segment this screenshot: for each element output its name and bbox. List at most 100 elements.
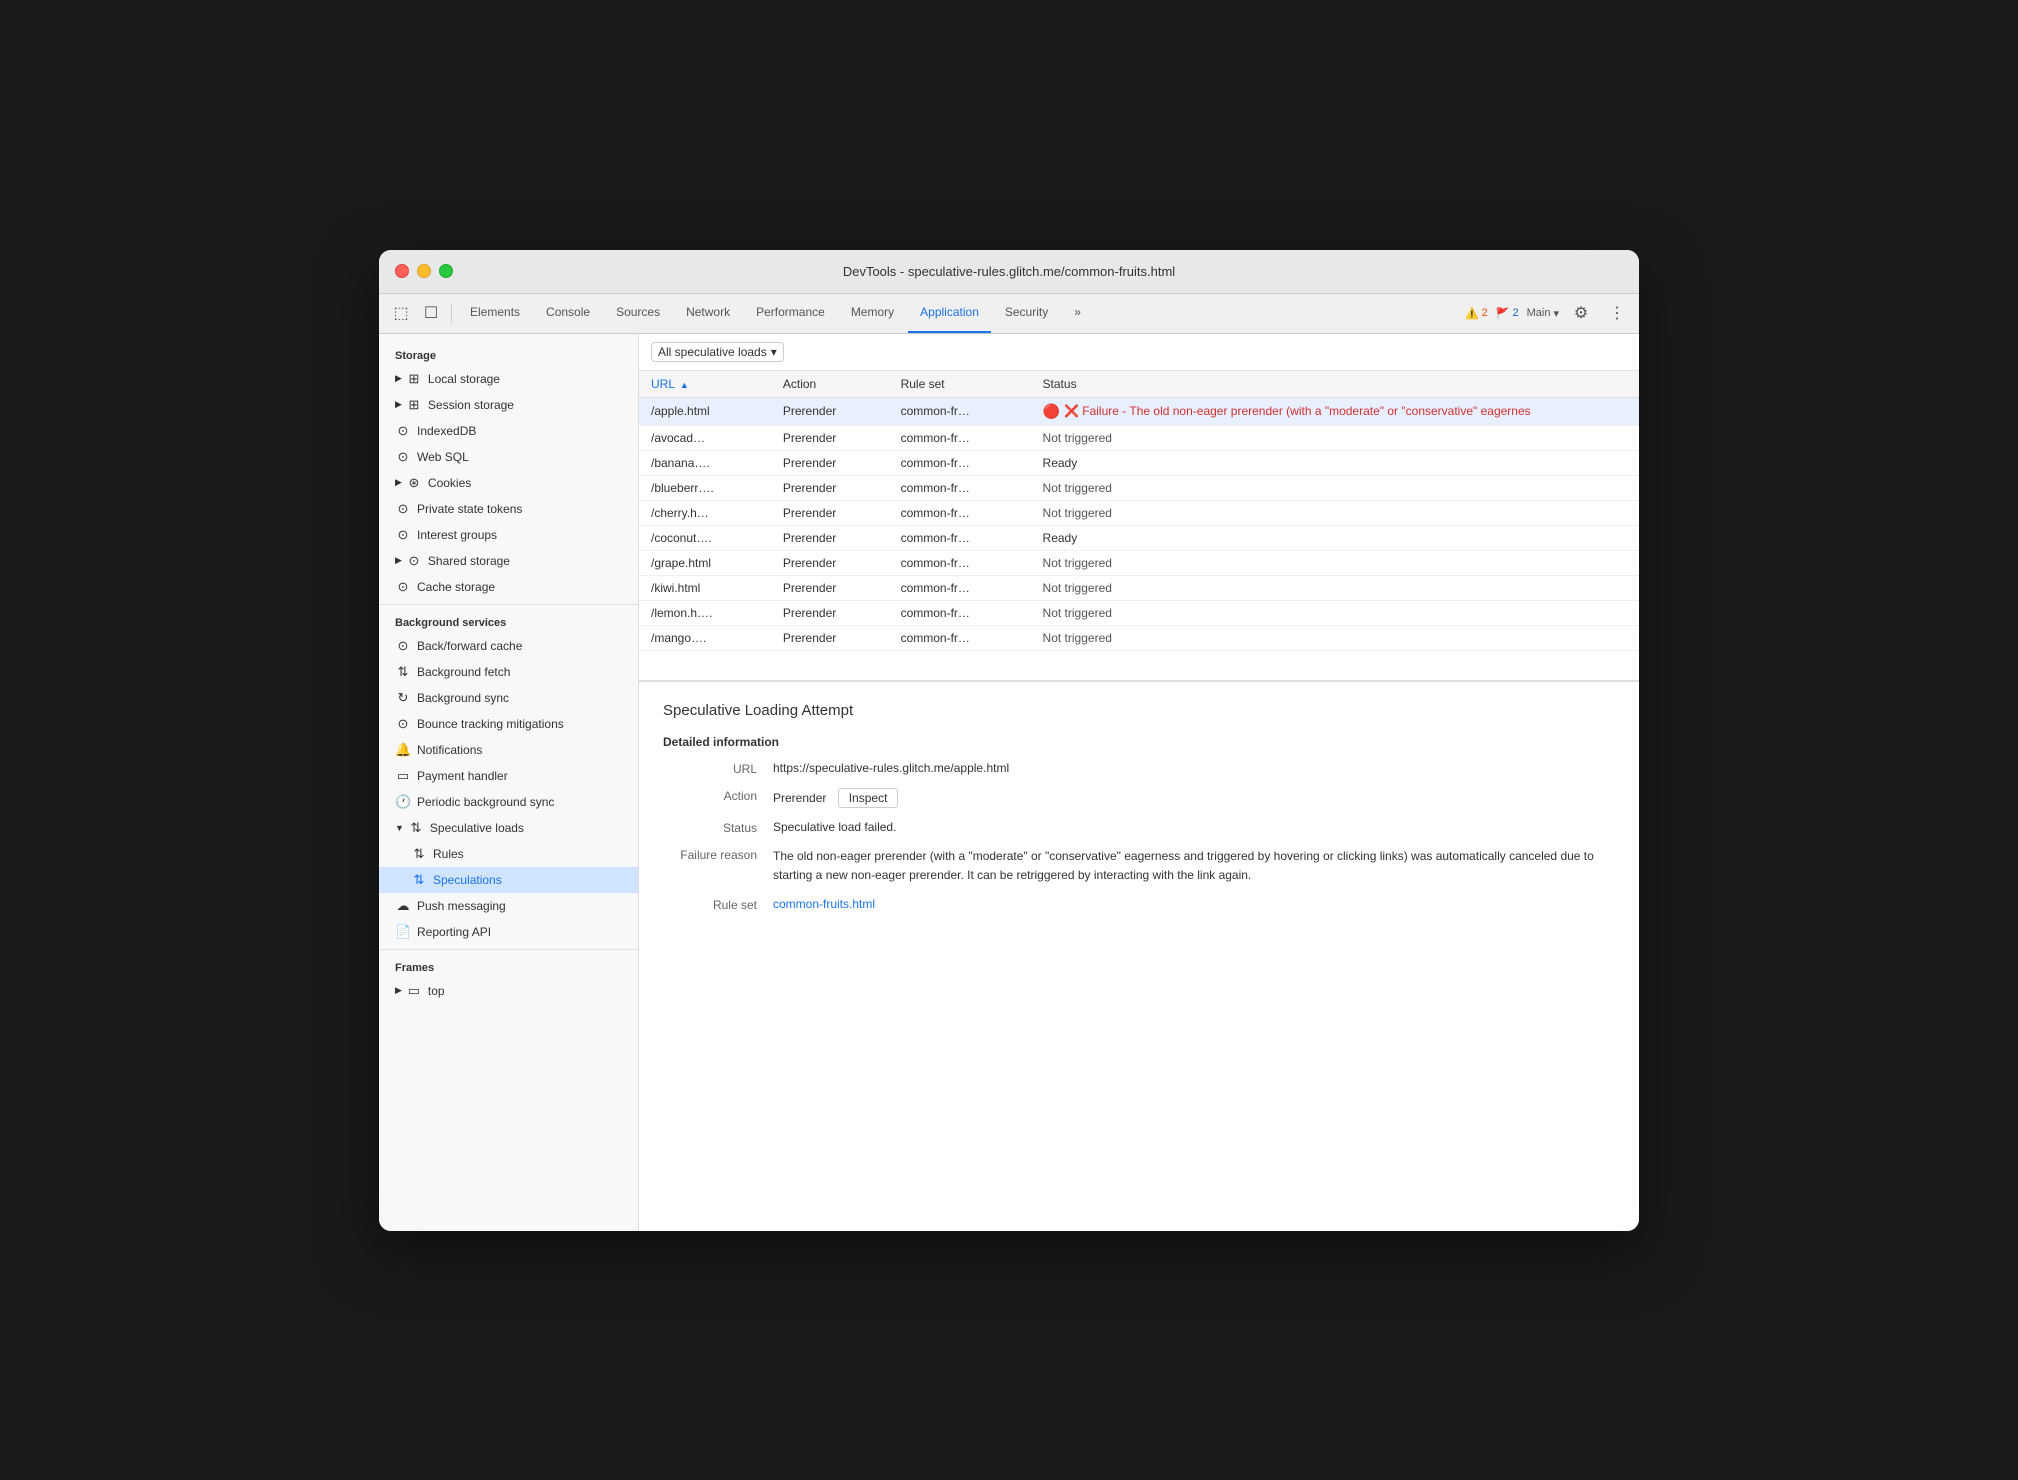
ruleset-link[interactable]: common-fruits.html: [773, 897, 875, 911]
sidebar-item-push-messaging[interactable]: ☁ Push messaging: [379, 893, 638, 919]
close-button[interactable]: [395, 264, 409, 278]
payment-handler-icon: ▭: [395, 768, 411, 784]
table-row[interactable]: /kiwi.htmlPrerendercommon-fr…Not trigger…: [639, 575, 1639, 600]
sidebar-item-web-sql[interactable]: ⊙ Web SQL: [379, 444, 638, 470]
sort-arrow-icon: ▲: [680, 380, 689, 390]
sidebar-item-payment-handler[interactable]: ▭ Payment handler: [379, 763, 638, 789]
table-row[interactable]: /avocad…Prerendercommon-fr…Not triggered: [639, 425, 1639, 450]
detail-ruleset-value: common-fruits.html: [773, 897, 1615, 911]
sidebar-item-notifications[interactable]: 🔔 Notifications: [379, 737, 638, 763]
table-row[interactable]: /grape.htmlPrerendercommon-fr…Not trigge…: [639, 550, 1639, 575]
tab-more[interactable]: »: [1062, 293, 1093, 333]
cell-action: Prerender: [771, 525, 889, 550]
settings-icon[interactable]: ⚙: [1567, 299, 1595, 327]
cell-action: Prerender: [771, 475, 889, 500]
filter-select[interactable]: All speculative loads ▾: [651, 342, 784, 362]
cell-ruleset: common-fr…: [889, 475, 1031, 500]
traffic-lights: [395, 264, 453, 278]
table-row[interactable]: /mango….Prerendercommon-fr…Not triggered: [639, 625, 1639, 650]
cell-action: Prerender: [771, 397, 889, 425]
maximize-button[interactable]: [439, 264, 453, 278]
cell-status: Not triggered: [1031, 600, 1639, 625]
cell-ruleset: common-fr…: [889, 525, 1031, 550]
col-ruleset[interactable]: Rule set: [889, 371, 1031, 398]
background-sync-icon: ↻: [395, 690, 411, 706]
titlebar: DevTools - speculative-rules.glitch.me/c…: [379, 250, 1639, 294]
tab-network[interactable]: Network: [674, 293, 742, 333]
toolbar: ⬚ ☐ Elements Console Sources Network Per…: [379, 294, 1639, 334]
sidebar-item-periodic-background-sync[interactable]: 🕐 Periodic background sync: [379, 789, 638, 815]
main-layout: Storage ▶ ⊞ Local storage ▶ ⊞ Session st…: [379, 334, 1639, 1231]
cell-url: /apple.html: [639, 397, 771, 425]
sidebar: Storage ▶ ⊞ Local storage ▶ ⊞ Session st…: [379, 334, 639, 1231]
col-url[interactable]: URL ▲: [639, 371, 771, 398]
tab-application[interactable]: Application: [908, 293, 991, 333]
sidebar-item-background-fetch[interactable]: ⇅ Background fetch: [379, 659, 638, 685]
sidebar-item-cache-storage[interactable]: ⊙ Cache storage: [379, 574, 638, 600]
info-icon: 🚩: [1496, 307, 1510, 320]
table-row[interactable]: /banana….Prerendercommon-fr…Ready: [639, 450, 1639, 475]
main-selector[interactable]: Main ▾: [1527, 307, 1559, 320]
window-title: DevTools - speculative-rules.glitch.me/c…: [843, 264, 1175, 279]
tab-performance[interactable]: Performance: [744, 293, 837, 333]
sidebar-item-local-storage[interactable]: ▶ ⊞ Local storage: [379, 366, 638, 392]
periodic-background-sync-icon: 🕐: [395, 794, 411, 810]
sidebar-item-back-forward-cache[interactable]: ⊙ Back/forward cache: [379, 633, 638, 659]
dropdown-arrow-icon: ▾: [771, 345, 777, 359]
cell-status: 🔴❌ Failure - The old non-eager prerender…: [1031, 397, 1639, 425]
detail-status-label: Status: [663, 820, 773, 835]
sidebar-item-private-state-tokens[interactable]: ⊙ Private state tokens: [379, 496, 638, 522]
table-row[interactable]: /coconut….Prerendercommon-fr…Ready: [639, 525, 1639, 550]
inspect-element-icon[interactable]: ⬚: [387, 299, 415, 327]
tab-sources[interactable]: Sources: [604, 293, 672, 333]
sidebar-item-shared-storage[interactable]: ▶ ⊙ Shared storage: [379, 548, 638, 574]
device-toolbar-icon[interactable]: ☐: [417, 299, 445, 327]
table-row[interactable]: /cherry.h…Prerendercommon-fr…Not trigger…: [639, 500, 1639, 525]
cell-action: Prerender: [771, 575, 889, 600]
cell-ruleset: common-fr…: [889, 625, 1031, 650]
sidebar-item-cookies[interactable]: ▶ ⊛ Cookies: [379, 470, 638, 496]
tab-memory[interactable]: Memory: [839, 293, 906, 333]
sidebar-item-reporting-api[interactable]: 📄 Reporting API: [379, 919, 638, 945]
background-fetch-icon: ⇅: [395, 664, 411, 680]
table-row[interactable]: /blueberr….Prerendercommon-fr…Not trigge…: [639, 475, 1639, 500]
storage-section-label: Storage: [379, 342, 638, 366]
info-badge[interactable]: 🚩 2: [1496, 307, 1519, 320]
sidebar-item-speculations[interactable]: ⇅ Speculations: [379, 867, 638, 893]
notifications-icon: 🔔: [395, 742, 411, 758]
sidebar-item-indexeddb[interactable]: ⊙ IndexedDB: [379, 418, 638, 444]
col-status[interactable]: Status: [1031, 371, 1639, 398]
cell-status: Not triggered: [1031, 550, 1639, 575]
sidebar-item-rules[interactable]: ⇅ Rules: [379, 841, 638, 867]
tab-elements[interactable]: Elements: [458, 293, 532, 333]
sidebar-item-top[interactable]: ▶ ▭ top: [379, 978, 638, 1004]
content-filter-bar: All speculative loads ▾: [639, 334, 1639, 371]
warning-badge[interactable]: ⚠️ 2: [1465, 307, 1488, 320]
inspect-button[interactable]: Inspect: [838, 788, 899, 808]
minimize-button[interactable]: [417, 264, 431, 278]
table-row[interactable]: /lemon.h….Prerendercommon-fr…Not trigger…: [639, 600, 1639, 625]
tab-console[interactable]: Console: [534, 293, 602, 333]
shared-storage-icon: ⊙: [406, 553, 422, 569]
cell-url: /avocad…: [639, 425, 771, 450]
detail-title: Speculative Loading Attempt: [663, 702, 1615, 719]
sidebar-item-speculative-loads[interactable]: ▼ ⇅ Speculative loads: [379, 815, 638, 841]
error-icon: 🔴: [1043, 403, 1060, 420]
push-messaging-icon: ☁: [395, 898, 411, 914]
sidebar-item-interest-groups[interactable]: ⊙ Interest groups: [379, 522, 638, 548]
detail-failure-label: Failure reason: [663, 847, 773, 862]
content-area: All speculative loads ▾ URL ▲ Acti: [639, 334, 1639, 1231]
cell-status: Ready: [1031, 450, 1639, 475]
tab-security[interactable]: Security: [993, 293, 1060, 333]
table-pane: URL ▲ Action Rule set Status /apple.html…: [639, 371, 1639, 681]
cell-url: /banana….: [639, 450, 771, 475]
interest-groups-icon: ⊙: [395, 527, 411, 543]
sidebar-item-background-sync[interactable]: ↻ Background sync: [379, 685, 638, 711]
cell-url: /grape.html: [639, 550, 771, 575]
sidebar-item-bounce-tracking[interactable]: ⊙ Bounce tracking mitigations: [379, 711, 638, 737]
split-pane: URL ▲ Action Rule set Status /apple.html…: [639, 371, 1639, 1231]
more-options-icon[interactable]: ⋮: [1603, 299, 1631, 327]
table-row[interactable]: /apple.htmlPrerendercommon-fr…🔴❌ Failure…: [639, 397, 1639, 425]
col-action[interactable]: Action: [771, 371, 889, 398]
sidebar-item-session-storage[interactable]: ▶ ⊞ Session storage: [379, 392, 638, 418]
